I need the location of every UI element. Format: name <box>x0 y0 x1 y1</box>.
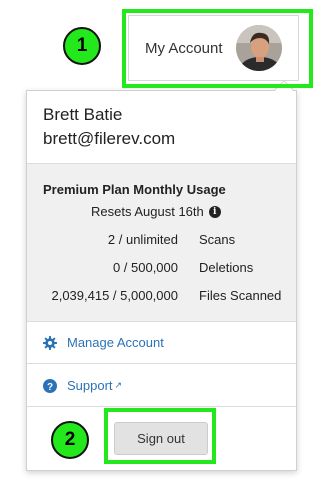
info-icon[interactable]: i <box>208 205 221 218</box>
support-label: Support <box>67 378 113 393</box>
avatar-image <box>236 25 282 71</box>
support-link[interactable]: ? Support ↗ <box>27 365 296 407</box>
my-account-button[interactable]: My Account <box>128 15 299 81</box>
usage-value-deletions: 0 / 500,000 <box>112 260 178 275</box>
usage-title: Premium Plan Monthly Usage <box>43 182 226 197</box>
avatar <box>236 25 282 71</box>
step-marker-1-label: 1 <box>76 35 88 56</box>
user-name: Brett Batie <box>43 105 123 124</box>
external-link-icon: ↗ <box>114 380 123 390</box>
usage-label-deletions: Deletions <box>199 260 254 275</box>
usage-row-files-scanned: 2,039,415 / 5,000,000 Files Scanned <box>27 288 296 306</box>
usage-resets-text: Resets August 16th <box>91 204 204 219</box>
manage-account-link[interactable]: Manage Account <box>27 322 296 364</box>
usage-panel: Premium Plan Monthly Usage Resets August… <box>27 164 296 322</box>
account-dropdown: Brett Batie brett@filerev.com Premium Pl… <box>26 80 297 471</box>
step-marker-1: 1 <box>63 27 101 65</box>
sign-out-button[interactable]: Sign out <box>114 422 208 455</box>
usage-value-scans: 2 / unlimited <box>107 232 178 247</box>
user-info: Brett Batie brett@filerev.com <box>27 91 296 164</box>
my-account-label: My Account <box>145 39 223 57</box>
gear-icon <box>43 335 57 350</box>
question-circle-icon: ? <box>43 378 57 393</box>
user-email: brett@filerev.com <box>43 129 176 148</box>
svg-text:?: ? <box>47 382 53 393</box>
usage-row-deletions: 0 / 500,000 Deletions <box>27 260 296 278</box>
usage-label-scans: Scans <box>199 232 236 247</box>
manage-account-label: Manage Account <box>67 335 164 350</box>
usage-label-files-scanned: Files Scanned <box>199 288 282 303</box>
step-marker-2-label: 2 <box>64 429 76 450</box>
step-marker-2: 2 <box>51 421 89 459</box>
usage-row-scans: 2 / unlimited Scans <box>27 232 296 250</box>
usage-resets: Resets August 16th i <box>91 204 221 219</box>
usage-value-files-scanned: 2,039,415 / 5,000,000 <box>51 288 178 303</box>
